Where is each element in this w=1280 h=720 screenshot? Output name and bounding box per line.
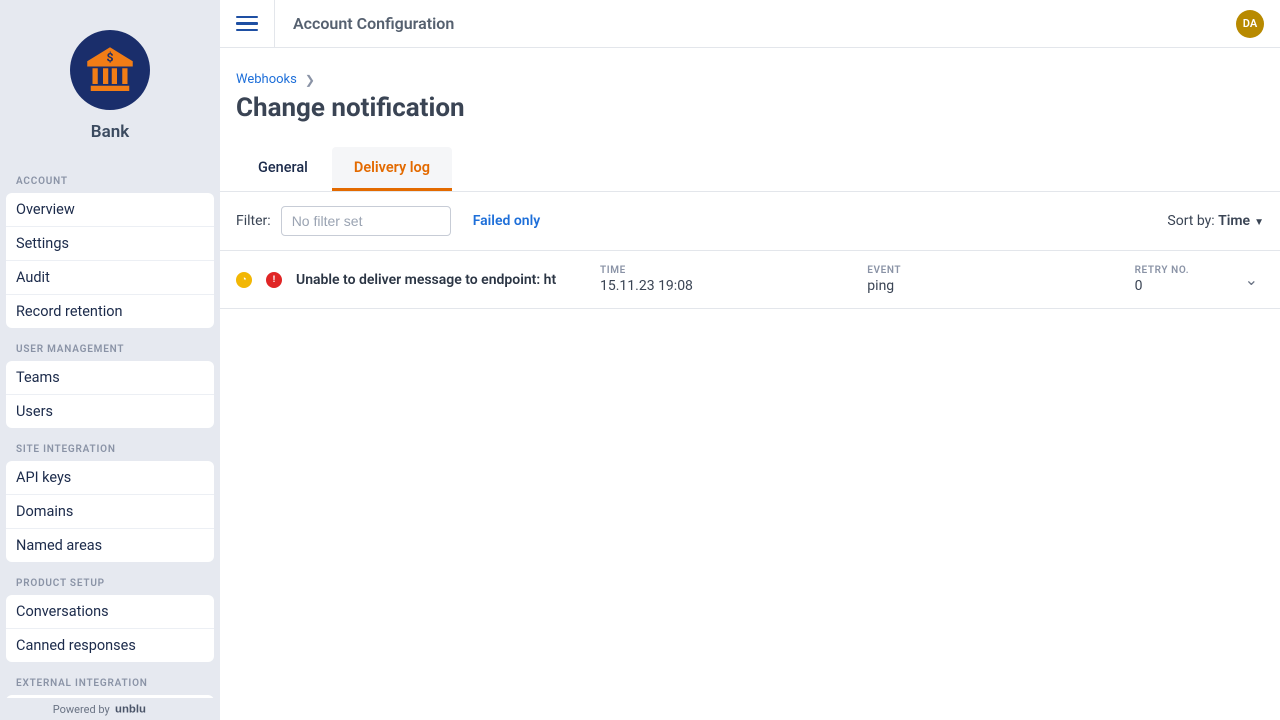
sidebar-nav: ACCOUNT Overview Settings Audit Record r… [0,160,220,720]
sidebar-item-settings[interactable]: Settings [6,227,214,261]
log-col-event: EVENT ping [867,265,1120,294]
avatar[interactable]: DA [1236,10,1264,38]
sidebar-item-audit[interactable]: Audit [6,261,214,295]
chevron-right-icon: ❯ [305,73,315,87]
content: Webhooks ❯ Change notification General D… [220,48,1280,720]
col-label-retry: RETRY NO. [1135,265,1225,276]
col-label-time: TIME [600,265,853,276]
hamburger-icon[interactable] [236,13,258,35]
sort-by: Sort by: Time▼ [1167,213,1264,229]
chevron-down-icon[interactable]: ⌄ [1239,270,1264,289]
nav-group-site-integration: API keys Domains Named areas [6,461,214,562]
header-divider [274,0,275,48]
tab-delivery-log[interactable]: Delivery log [332,147,452,191]
nav-section-label: USER MANAGEMENT [6,328,214,361]
log-row[interactable]: ◔ ! Unable to deliver message to endpoin… [220,251,1280,309]
caret-down-icon: ▼ [1254,217,1264,228]
powered-prefix: Powered by [53,703,110,716]
svg-text:unblu: unblu [115,704,146,716]
filter-label: Filter: [236,213,271,229]
failed-only-link[interactable]: Failed only [473,213,540,229]
sidebar-item-domains[interactable]: Domains [6,495,214,529]
header-title: Account Configuration [293,14,1236,33]
sidebar-item-teams[interactable]: Teams [6,361,214,395]
sidebar-item-users[interactable]: Users [6,395,214,428]
nav-group-product-setup: Conversations Canned responses [6,595,214,662]
sidebar: $ Bank ACCOUNT Overview Settings Audit R… [0,0,220,720]
log-col-time: TIME 15.11.23 19:08 [600,265,853,294]
sort-dropdown[interactable]: Time▼ [1218,213,1264,229]
nav-section-label: EXTERNAL INTEGRATION [6,662,214,695]
tab-general[interactable]: General [236,147,330,191]
filter-bar: Filter: Failed only Sort by: Time▼ [220,192,1280,251]
unblu-logo-icon: unblu [115,702,168,716]
nav-section-label: ACCOUNT [6,160,214,193]
sidebar-item-conversations[interactable]: Conversations [6,595,214,629]
sort-label: Sort by: [1167,213,1214,229]
nav-group-user-management: Teams Users [6,361,214,428]
sidebar-item-record-retention[interactable]: Record retention [6,295,214,328]
org-name: Bank [91,122,129,142]
log-event: ping [867,278,1120,294]
tabs: General Delivery log [220,147,1280,192]
filter-input[interactable] [281,206,451,236]
sidebar-item-overview[interactable]: Overview [6,193,214,227]
nav-group-account: Overview Settings Audit Record retention [6,193,214,328]
nav-section-label: SITE INTEGRATION [6,428,214,461]
breadcrumb: Webhooks ❯ [236,72,1264,87]
error-icon: ! [266,272,282,288]
sidebar-item-api-keys[interactable]: API keys [6,461,214,495]
org-logo-icon: $ [70,30,150,110]
svg-text:$: $ [106,50,113,64]
page-title: Change notification [236,93,1264,123]
sidebar-item-canned-responses[interactable]: Canned responses [6,629,214,662]
bank-icon: $ [82,42,138,98]
org-logo-block: $ Bank [0,0,220,160]
header: Account Configuration DA [220,0,1280,48]
page-head: Webhooks ❯ Change notification [220,48,1280,123]
col-label-event: EVENT [867,265,1120,276]
sidebar-item-named-areas[interactable]: Named areas [6,529,214,562]
clock-icon: ◔ [236,272,252,288]
log-retry: 0 [1135,278,1225,294]
log-time: 15.11.23 19:08 [600,278,853,294]
main: Account Configuration DA Webhooks ❯ Chan… [220,0,1280,720]
breadcrumb-parent[interactable]: Webhooks [236,72,297,87]
powered-by: Powered by unblu [0,698,220,720]
log-col-retry: RETRY NO. 0 [1135,265,1225,294]
log-message: Unable to deliver message to endpoint: h… [296,272,586,288]
nav-section-label: PRODUCT SETUP [6,562,214,595]
